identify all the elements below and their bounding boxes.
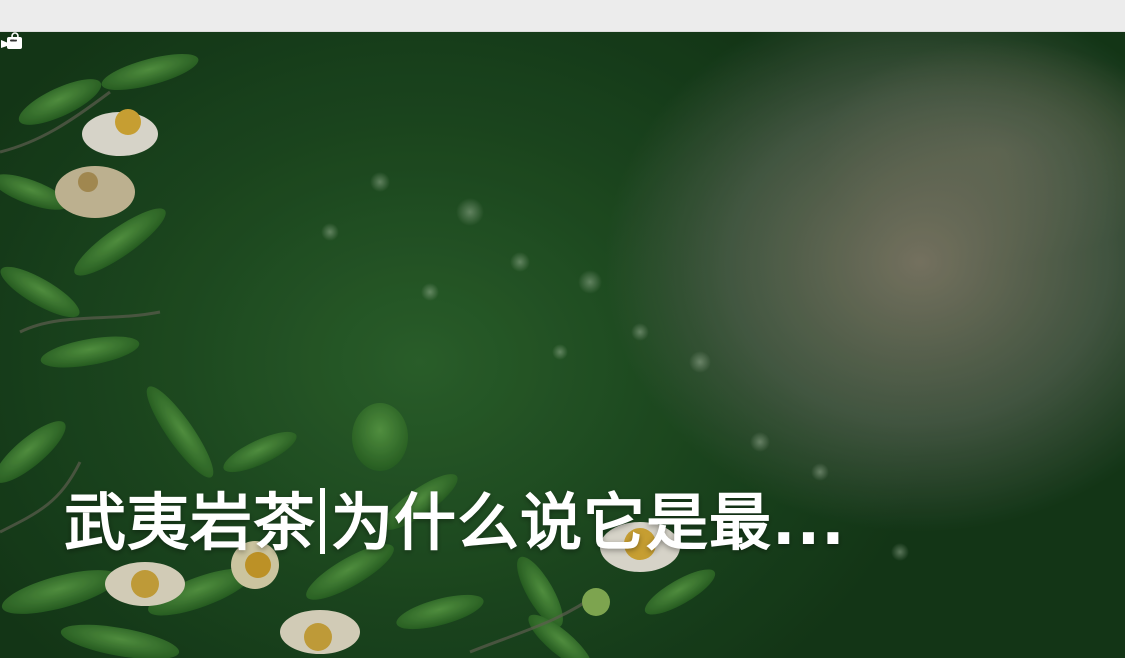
title-part-1: 武夷岩茶 bbox=[64, 486, 317, 559]
browser-top-bar bbox=[0, 0, 1125, 32]
title-separator bbox=[320, 488, 326, 554]
video-camera-icon[interactable] bbox=[0, 32, 24, 50]
tea-garden-background bbox=[0, 32, 1125, 658]
article-title[interactable]: 武夷岩茶 为什么说它是最... bbox=[64, 484, 846, 562]
title-part-2: 为什么说它是最... bbox=[331, 486, 846, 559]
hero-banner[interactable]: 武夷岩茶 为什么说它是最... bbox=[0, 32, 1125, 658]
